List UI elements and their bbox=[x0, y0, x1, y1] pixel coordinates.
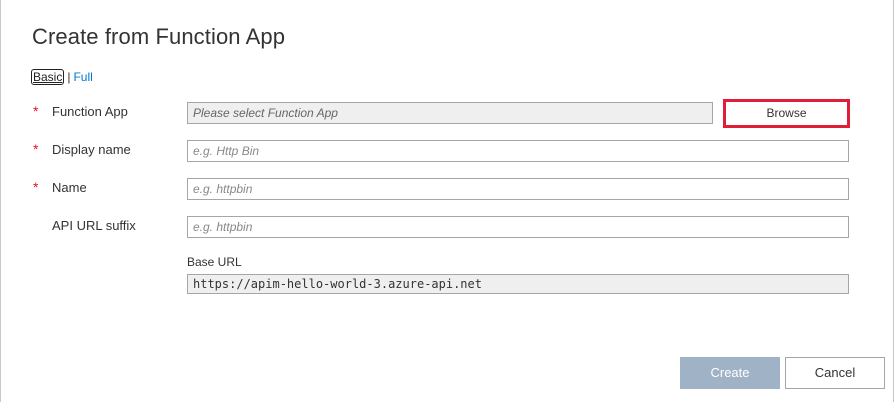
display-name-label: Display name bbox=[52, 142, 131, 157]
required-marker: * bbox=[33, 179, 39, 195]
display-name-input[interactable]: e.g. Http Bin bbox=[187, 140, 849, 162]
api-url-suffix-row: API URL suffix e.g. httpbin bbox=[1, 216, 896, 240]
function-app-label: Function App bbox=[52, 104, 128, 119]
name-label: Name bbox=[52, 180, 87, 195]
api-url-suffix-label: API URL suffix bbox=[52, 218, 136, 233]
basic-mode-link[interactable]: Basic bbox=[31, 69, 65, 85]
function-app-field[interactable]: Please select Function App bbox=[187, 102, 713, 124]
dialog-panel: Create from Function App Basic | Full * … bbox=[0, 0, 894, 402]
browse-button[interactable]: Browse bbox=[723, 99, 850, 128]
required-marker: * bbox=[33, 103, 39, 119]
base-url-label: Base URL bbox=[187, 255, 242, 269]
cancel-button[interactable]: Cancel bbox=[785, 357, 885, 389]
base-url-value: https://apim-hello-world-3.azure-api.net bbox=[187, 274, 849, 294]
name-input[interactable]: e.g. httpbin bbox=[187, 178, 849, 200]
api-url-suffix-input[interactable]: e.g. httpbin bbox=[187, 216, 849, 238]
name-row: * Name e.g. httpbin bbox=[1, 178, 896, 202]
required-marker: * bbox=[33, 141, 39, 157]
full-mode-link[interactable]: Full bbox=[73, 70, 92, 84]
page-title: Create from Function App bbox=[32, 24, 286, 49]
function-app-row: * Function App Please select Function Ap… bbox=[1, 99, 896, 128]
mode-switch: Basic | Full bbox=[31, 69, 93, 85]
mode-separator: | bbox=[67, 70, 71, 84]
create-button[interactable]: Create bbox=[680, 357, 780, 389]
display-name-row: * Display name e.g. Http Bin bbox=[1, 140, 896, 164]
